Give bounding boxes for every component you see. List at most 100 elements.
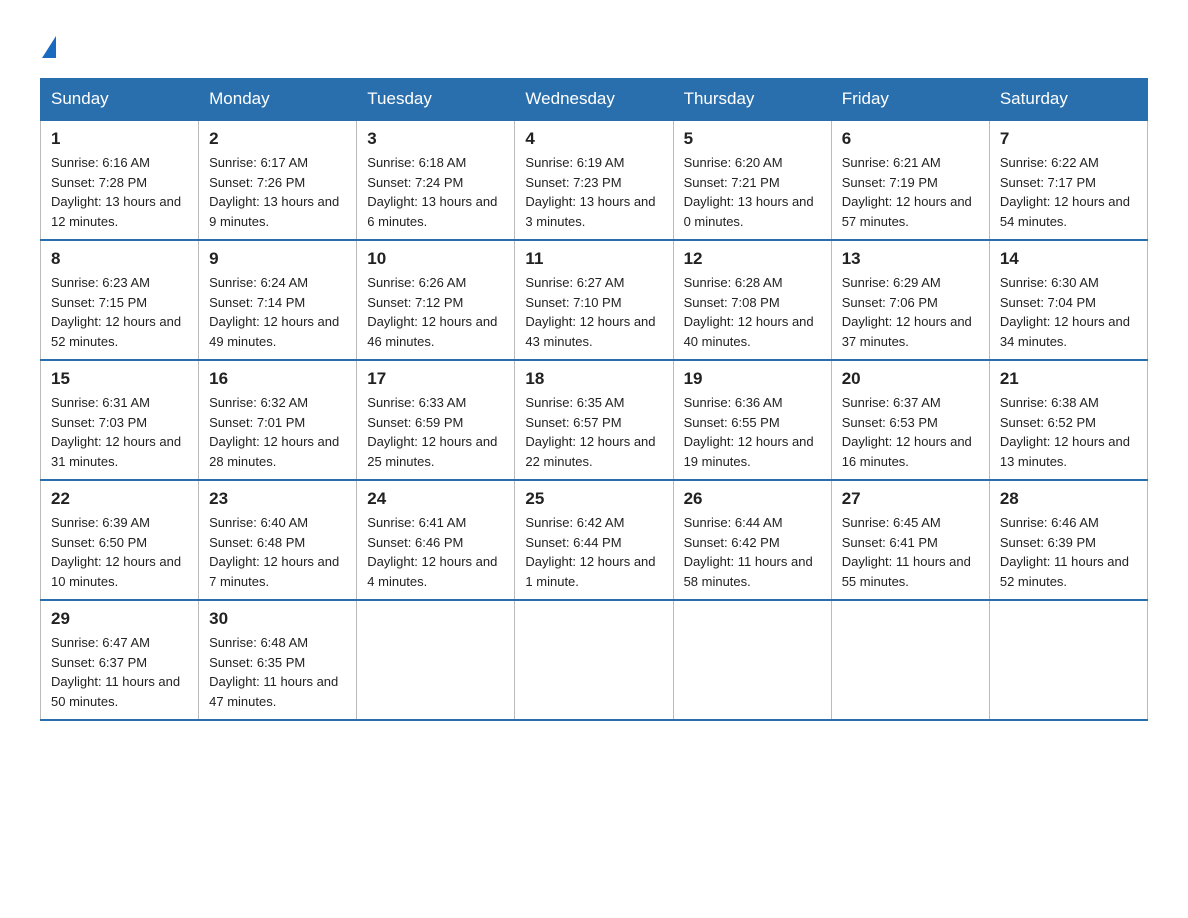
logo [40,30,56,58]
calendar-cell: 5 Sunrise: 6:20 AM Sunset: 7:21 PM Dayli… [673,120,831,240]
day-number: 11 [525,249,662,269]
week-row-2: 8 Sunrise: 6:23 AM Sunset: 7:15 PM Dayli… [41,240,1148,360]
day-info: Sunrise: 6:24 AM Sunset: 7:14 PM Dayligh… [209,273,346,351]
header-friday: Friday [831,79,989,121]
calendar-cell: 23 Sunrise: 6:40 AM Sunset: 6:48 PM Dayl… [199,480,357,600]
calendar-cell: 3 Sunrise: 6:18 AM Sunset: 7:24 PM Dayli… [357,120,515,240]
day-info: Sunrise: 6:39 AM Sunset: 6:50 PM Dayligh… [51,513,188,591]
header-sunday: Sunday [41,79,199,121]
calendar-cell: 29 Sunrise: 6:47 AM Sunset: 6:37 PM Dayl… [41,600,199,720]
week-row-1: 1 Sunrise: 6:16 AM Sunset: 7:28 PM Dayli… [41,120,1148,240]
day-number: 18 [525,369,662,389]
day-number: 22 [51,489,188,509]
day-info: Sunrise: 6:23 AM Sunset: 7:15 PM Dayligh… [51,273,188,351]
week-row-4: 22 Sunrise: 6:39 AM Sunset: 6:50 PM Dayl… [41,480,1148,600]
day-number: 30 [209,609,346,629]
day-info: Sunrise: 6:22 AM Sunset: 7:17 PM Dayligh… [1000,153,1137,231]
header-tuesday: Tuesday [357,79,515,121]
day-number: 4 [525,129,662,149]
day-number: 12 [684,249,821,269]
calendar-cell: 8 Sunrise: 6:23 AM Sunset: 7:15 PM Dayli… [41,240,199,360]
week-row-5: 29 Sunrise: 6:47 AM Sunset: 6:37 PM Dayl… [41,600,1148,720]
day-number: 28 [1000,489,1137,509]
calendar-cell: 13 Sunrise: 6:29 AM Sunset: 7:06 PM Dayl… [831,240,989,360]
header-thursday: Thursday [673,79,831,121]
day-number: 15 [51,369,188,389]
calendar-cell: 27 Sunrise: 6:45 AM Sunset: 6:41 PM Dayl… [831,480,989,600]
calendar-cell: 2 Sunrise: 6:17 AM Sunset: 7:26 PM Dayli… [199,120,357,240]
day-info: Sunrise: 6:20 AM Sunset: 7:21 PM Dayligh… [684,153,821,231]
calendar-cell: 16 Sunrise: 6:32 AM Sunset: 7:01 PM Dayl… [199,360,357,480]
day-number: 1 [51,129,188,149]
day-info: Sunrise: 6:18 AM Sunset: 7:24 PM Dayligh… [367,153,504,231]
day-info: Sunrise: 6:45 AM Sunset: 6:41 PM Dayligh… [842,513,979,591]
day-info: Sunrise: 6:31 AM Sunset: 7:03 PM Dayligh… [51,393,188,471]
calendar-cell: 12 Sunrise: 6:28 AM Sunset: 7:08 PM Dayl… [673,240,831,360]
day-info: Sunrise: 6:40 AM Sunset: 6:48 PM Dayligh… [209,513,346,591]
calendar-cell: 15 Sunrise: 6:31 AM Sunset: 7:03 PM Dayl… [41,360,199,480]
day-info: Sunrise: 6:41 AM Sunset: 6:46 PM Dayligh… [367,513,504,591]
calendar-cell: 20 Sunrise: 6:37 AM Sunset: 6:53 PM Dayl… [831,360,989,480]
day-info: Sunrise: 6:28 AM Sunset: 7:08 PM Dayligh… [684,273,821,351]
calendar-cell: 14 Sunrise: 6:30 AM Sunset: 7:04 PM Dayl… [989,240,1147,360]
calendar-cell [515,600,673,720]
day-number: 3 [367,129,504,149]
day-info: Sunrise: 6:26 AM Sunset: 7:12 PM Dayligh… [367,273,504,351]
day-info: Sunrise: 6:35 AM Sunset: 6:57 PM Dayligh… [525,393,662,471]
header-monday: Monday [199,79,357,121]
calendar-cell: 7 Sunrise: 6:22 AM Sunset: 7:17 PM Dayli… [989,120,1147,240]
day-number: 14 [1000,249,1137,269]
day-info: Sunrise: 6:38 AM Sunset: 6:52 PM Dayligh… [1000,393,1137,471]
day-info: Sunrise: 6:37 AM Sunset: 6:53 PM Dayligh… [842,393,979,471]
calendar-table: SundayMondayTuesdayWednesdayThursdayFrid… [40,78,1148,721]
day-info: Sunrise: 6:21 AM Sunset: 7:19 PM Dayligh… [842,153,979,231]
calendar-cell: 28 Sunrise: 6:46 AM Sunset: 6:39 PM Dayl… [989,480,1147,600]
calendar-cell: 24 Sunrise: 6:41 AM Sunset: 6:46 PM Dayl… [357,480,515,600]
day-number: 27 [842,489,979,509]
day-number: 24 [367,489,504,509]
header-wednesday: Wednesday [515,79,673,121]
day-number: 23 [209,489,346,509]
header-saturday: Saturday [989,79,1147,121]
week-row-3: 15 Sunrise: 6:31 AM Sunset: 7:03 PM Dayl… [41,360,1148,480]
day-number: 25 [525,489,662,509]
day-number: 17 [367,369,504,389]
calendar-cell: 10 Sunrise: 6:26 AM Sunset: 7:12 PM Dayl… [357,240,515,360]
day-info: Sunrise: 6:30 AM Sunset: 7:04 PM Dayligh… [1000,273,1137,351]
day-number: 8 [51,249,188,269]
day-number: 20 [842,369,979,389]
day-info: Sunrise: 6:16 AM Sunset: 7:28 PM Dayligh… [51,153,188,231]
calendar-header-row: SundayMondayTuesdayWednesdayThursdayFrid… [41,79,1148,121]
calendar-cell: 19 Sunrise: 6:36 AM Sunset: 6:55 PM Dayl… [673,360,831,480]
logo-triangle-icon [42,36,56,58]
calendar-cell: 26 Sunrise: 6:44 AM Sunset: 6:42 PM Dayl… [673,480,831,600]
day-number: 16 [209,369,346,389]
day-number: 19 [684,369,821,389]
day-number: 9 [209,249,346,269]
day-number: 10 [367,249,504,269]
calendar-cell: 6 Sunrise: 6:21 AM Sunset: 7:19 PM Dayli… [831,120,989,240]
day-number: 6 [842,129,979,149]
calendar-cell [831,600,989,720]
calendar-cell: 18 Sunrise: 6:35 AM Sunset: 6:57 PM Dayl… [515,360,673,480]
day-info: Sunrise: 6:19 AM Sunset: 7:23 PM Dayligh… [525,153,662,231]
day-number: 13 [842,249,979,269]
day-number: 21 [1000,369,1137,389]
calendar-cell [357,600,515,720]
day-info: Sunrise: 6:36 AM Sunset: 6:55 PM Dayligh… [684,393,821,471]
calendar-cell: 21 Sunrise: 6:38 AM Sunset: 6:52 PM Dayl… [989,360,1147,480]
calendar-cell: 17 Sunrise: 6:33 AM Sunset: 6:59 PM Dayl… [357,360,515,480]
calendar-cell: 22 Sunrise: 6:39 AM Sunset: 6:50 PM Dayl… [41,480,199,600]
calendar-cell: 25 Sunrise: 6:42 AM Sunset: 6:44 PM Dayl… [515,480,673,600]
calendar-cell: 1 Sunrise: 6:16 AM Sunset: 7:28 PM Dayli… [41,120,199,240]
page-header [40,30,1148,58]
day-number: 7 [1000,129,1137,149]
day-info: Sunrise: 6:17 AM Sunset: 7:26 PM Dayligh… [209,153,346,231]
day-info: Sunrise: 6:32 AM Sunset: 7:01 PM Dayligh… [209,393,346,471]
calendar-cell: 11 Sunrise: 6:27 AM Sunset: 7:10 PM Dayl… [515,240,673,360]
day-info: Sunrise: 6:33 AM Sunset: 6:59 PM Dayligh… [367,393,504,471]
day-info: Sunrise: 6:46 AM Sunset: 6:39 PM Dayligh… [1000,513,1137,591]
day-info: Sunrise: 6:47 AM Sunset: 6:37 PM Dayligh… [51,633,188,711]
calendar-cell: 9 Sunrise: 6:24 AM Sunset: 7:14 PM Dayli… [199,240,357,360]
day-info: Sunrise: 6:48 AM Sunset: 6:35 PM Dayligh… [209,633,346,711]
